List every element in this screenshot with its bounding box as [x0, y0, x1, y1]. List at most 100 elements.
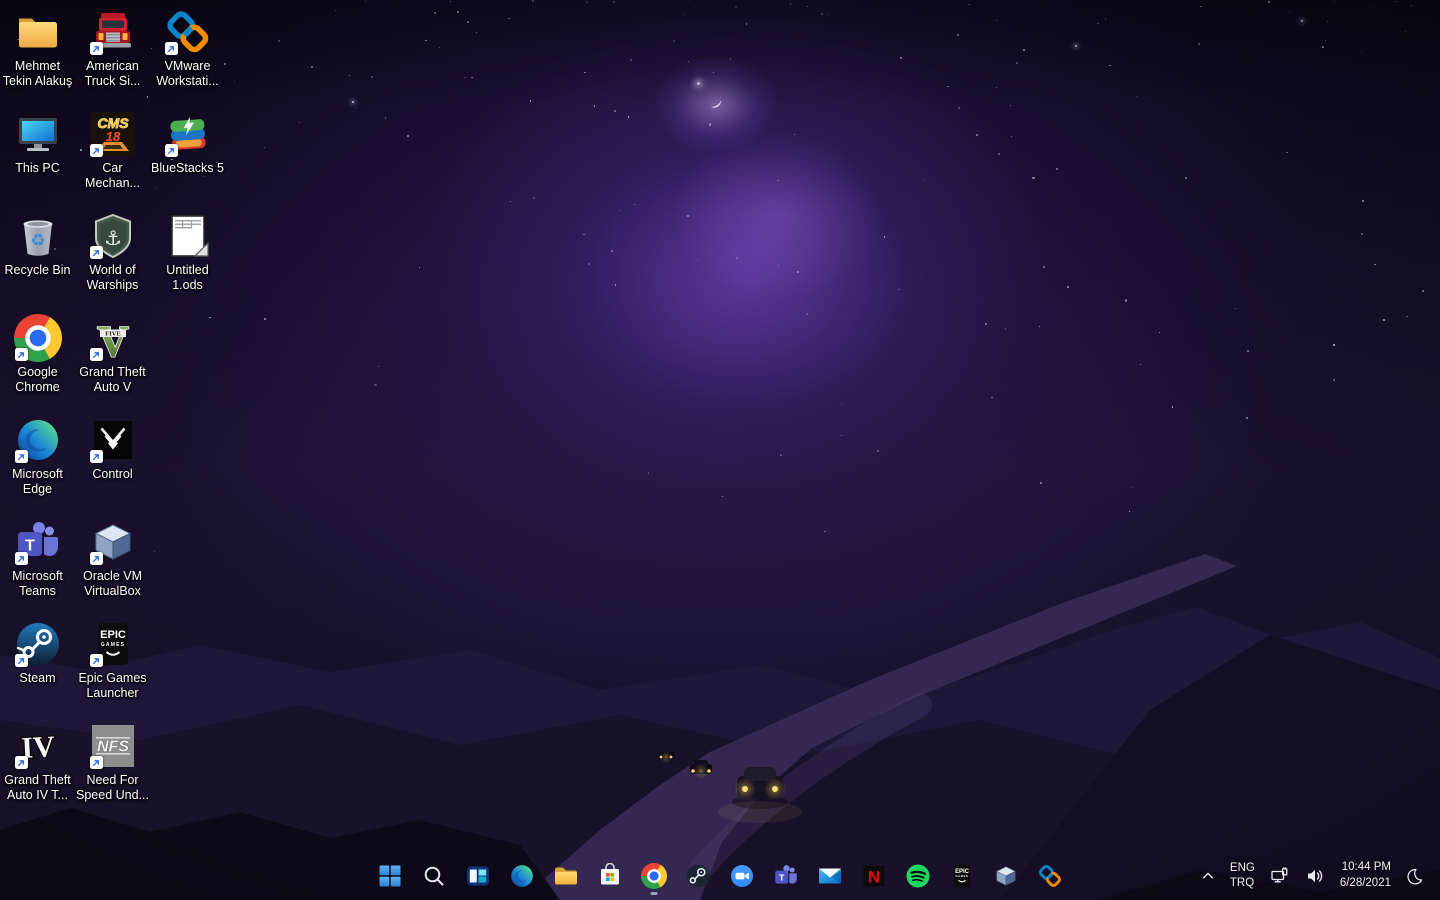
taskbar-item-steam[interactable]	[678, 856, 718, 896]
svg-text:FIVE: FIVE	[105, 331, 121, 338]
desktop-icon-label: Mehmet Tekin Alakuş	[2, 59, 73, 88]
desktop-icon-world-of-warships[interactable]: ⚓ World of Warships	[75, 210, 150, 312]
desktop-icon-american-truck-simulator[interactable]: American Truck Si...	[75, 6, 150, 108]
desktop-icon-bluestacks-5[interactable]: BlueStacks 5	[150, 108, 225, 210]
desktop-icon-label: American Truck Si...	[84, 59, 141, 88]
desktop-icon-label: Untitled 1.ods	[166, 263, 209, 292]
virtualbox-icon	[993, 863, 1019, 889]
language-primary: ENG	[1229, 862, 1255, 875]
vmware-icon	[164, 8, 212, 56]
zoom-icon	[729, 863, 755, 889]
edge-icon	[509, 863, 535, 889]
desktop-icon-microsoft-teams[interactable]: T Microsoft Teams	[0, 516, 75, 618]
desktop-icon-untitled-ods[interactable]: Untitled 1.ods	[150, 210, 225, 312]
teams-icon: T	[14, 518, 62, 566]
tray-volume-button[interactable]	[1301, 862, 1329, 890]
svg-text:T: T	[779, 873, 785, 883]
truck-icon	[89, 8, 137, 56]
thispc-icon	[14, 110, 62, 158]
desktop-icon-steam[interactable]: Steam	[0, 618, 75, 720]
desktop-icon-label: This PC	[15, 161, 60, 175]
desktop-icon-google-chrome[interactable]: Google Chrome	[0, 312, 75, 414]
ethernet-network-icon	[1271, 867, 1288, 883]
taskbar-item-virtualbox[interactable]	[986, 856, 1026, 896]
taskbar-item-spotify[interactable]	[898, 856, 938, 896]
taskbar-item-start[interactable]	[370, 856, 410, 896]
taskbar-item-zoom[interactable]	[722, 856, 762, 896]
vmware-icon	[1037, 863, 1063, 889]
steam-icon	[685, 863, 711, 889]
crescent-moon	[710, 100, 722, 108]
taskbar-item-vmware[interactable]	[1030, 856, 1070, 896]
svg-text:GAMES: GAMES	[955, 874, 968, 878]
desktop-icon-this-pc[interactable]: This PC	[0, 108, 75, 210]
recycle-icon: ♻	[14, 212, 62, 260]
shortcut-arrow-icon	[89, 756, 103, 769]
desktop-icon-recycle-bin[interactable]: ♻ Recycle Bin	[0, 210, 75, 312]
shortcut-arrow-icon	[89, 144, 103, 157]
ods-icon	[164, 212, 212, 260]
desktop-icon-label: Microsoft Edge	[12, 467, 63, 496]
desktop-icon-microsoft-edge[interactable]: Microsoft Edge	[0, 414, 75, 516]
volume-icon	[1307, 869, 1322, 883]
desktop-icon-label: Car Mechan...	[85, 161, 140, 190]
chrome-icon	[641, 863, 667, 889]
taskbar-item-netflix[interactable]: N	[854, 856, 894, 896]
shortcut-arrow-icon	[164, 144, 178, 157]
desktop-icon-oracle-virtualbox[interactable]: Oracle VM VirtualBox	[75, 516, 150, 618]
tray-overflow-button[interactable]	[1197, 865, 1219, 887]
nfs-icon: NFS	[89, 722, 137, 770]
bluestacks-icon	[164, 110, 212, 158]
language-switcher[interactable]: ENG TRQ	[1226, 857, 1259, 895]
desktop-icon-label: Recycle Bin	[4, 263, 71, 277]
chrome-icon	[13, 314, 62, 362]
shortcut-arrow-icon	[14, 450, 28, 463]
vbox-icon	[89, 518, 137, 566]
running-app-indicator	[650, 891, 658, 895]
shortcut-arrow-icon	[89, 42, 103, 55]
language-secondary: TRQ	[1229, 877, 1255, 889]
system-tray: ENG TRQ 10:44 PM 6/28/2021	[1197, 852, 1440, 900]
taskbar-item-file-explorer[interactable]	[546, 856, 586, 896]
taskbar-clock[interactable]: 10:44 PM 6/28/2021	[1336, 856, 1395, 895]
file-explorer-icon	[553, 863, 579, 889]
taskbar-item-microsoft-store[interactable]	[590, 856, 630, 896]
taskbar: T N EPIC GAMES ENG TRQ 10:44 PM 6/28/202…	[0, 852, 1440, 900]
netflix-icon: N	[861, 863, 887, 889]
spotify-icon	[905, 863, 931, 889]
taskbar-item-mail[interactable]	[810, 856, 850, 896]
desktop-icon-gta-v[interactable]: V FIVE Grand Theft Auto V	[75, 312, 150, 414]
desktop-icon-label: VMware Workstati...	[156, 59, 219, 88]
bright-star	[1075, 45, 1078, 48]
taskbar-item-edge[interactable]	[502, 856, 542, 896]
wows-icon: ⚓	[89, 212, 137, 260]
svg-text:♻: ♻	[30, 231, 45, 251]
desktop-icon-label: Google Chrome	[15, 365, 60, 394]
control-icon	[89, 416, 137, 464]
cms18-icon: CMS 18	[89, 110, 137, 158]
desktop-icon-user-folder[interactable]: Mehmet Tekin Alakuş	[0, 6, 75, 108]
desktop-icon-label: Control	[92, 467, 133, 481]
desktop-icon-label: BlueStacks 5	[151, 161, 224, 175]
taskbar-item-task-view[interactable]	[458, 856, 498, 896]
desktop-icon-nfs-undercover[interactable]: NFS Need For Speed Und...	[75, 720, 150, 822]
taskbar-item-epic-games[interactable]: EPIC GAMES	[942, 856, 982, 896]
desktop-icon-label: Steam	[19, 671, 56, 685]
desktop-icon-label: Microsoft Teams	[12, 569, 63, 598]
desktop-icon-car-mechanic-simulator[interactable]: CMS 18 Car Mechan...	[75, 108, 150, 210]
taskbar-item-chrome[interactable]	[634, 856, 674, 896]
focus-assist-moon-icon	[1407, 868, 1423, 885]
tray-network-button[interactable]	[1266, 862, 1294, 890]
shortcut-arrow-icon	[89, 246, 103, 259]
folder-icon	[14, 8, 62, 56]
taskbar-item-teams[interactable]: T	[766, 856, 806, 896]
taskbar-item-search[interactable]	[414, 856, 454, 896]
focus-assist-button[interactable]	[1402, 863, 1428, 889]
epic-games-icon: EPIC GAMES	[949, 863, 975, 889]
gta4-icon: IV	[14, 722, 62, 770]
desktop-icon-epic-games-launcher[interactable]: EPIC GAMES Epic Games Launcher	[75, 618, 150, 720]
desktop-icon-gta-iv[interactable]: IV Grand Theft Auto IV T...	[0, 720, 75, 822]
desktop-icon-label: World of Warships	[86, 263, 139, 292]
desktop-icon-control[interactable]: Control	[75, 414, 150, 516]
desktop-icon-vmware-workstation[interactable]: VMware Workstati...	[150, 6, 225, 108]
